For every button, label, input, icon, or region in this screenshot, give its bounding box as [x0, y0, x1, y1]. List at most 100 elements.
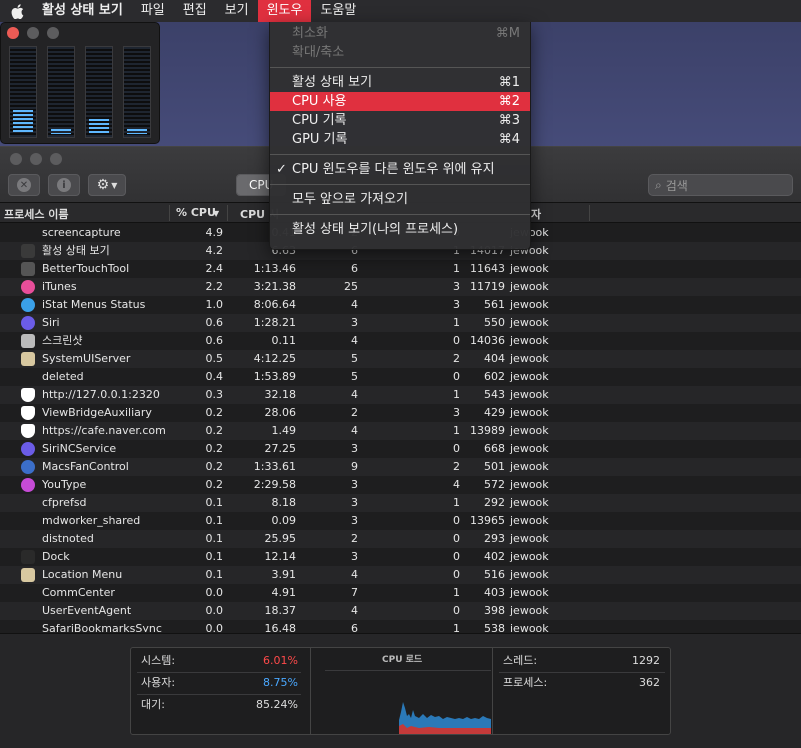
pid: 292 — [484, 496, 505, 509]
system-label: 시스템: — [141, 654, 176, 667]
action-menu-button[interactable]: ⚙ ▼ — [88, 174, 126, 196]
shield-icon — [21, 388, 35, 402]
cpu-time: 1:33.61 — [253, 460, 296, 473]
apple-menu-icon[interactable] — [0, 0, 34, 22]
table-row[interactable]: iStat Menus Status 1.0 8:06.64 4 3 561 jewook — [0, 296, 801, 314]
menu-item-label: 확대/축소 — [292, 45, 345, 60]
table-row[interactable]: SafariBookmarksSync 0.0 16.48 6 1 538 jewook — [0, 620, 801, 632]
close-window-icon[interactable] — [10, 153, 22, 165]
idle-wakeups: 0 — [453, 370, 460, 383]
activity-monitor-icon — [21, 244, 35, 258]
table-row[interactable]: SiriNCService 0.2 27.25 3 0 668 jewook — [0, 440, 801, 458]
table-row[interactable]: YouType 0.2 2:29.58 3 4 572 jewook — [0, 476, 801, 494]
column-cpu[interactable]: % CPU — [176, 206, 216, 219]
minimize-window-icon[interactable] — [30, 153, 42, 165]
cpu-time: 8.18 — [271, 496, 297, 509]
cpu-percent: 0.2 — [205, 424, 224, 437]
user: jewook — [510, 352, 549, 365]
menu-item-activity-monitor[interactable]: 활성 상태 보기 ⌘1 — [270, 73, 530, 92]
table-row[interactable]: UserEventAgent 0.0 18.37 4 0 398 jewook — [0, 602, 801, 620]
menu-item-cpu-usage[interactable]: CPU 사용 ⌘2 — [270, 92, 530, 111]
table-row[interactable]: Dock 0.1 12.14 3 0 402 jewook — [0, 548, 801, 566]
minimize-window-icon[interactable] — [27, 27, 39, 39]
table-row[interactable]: BetterTouchTool 2.4 1:13.46 6 1 11643 jewook — [0, 260, 801, 278]
menu-item-keep-cpu-on-top[interactable]: ✓ CPU 윈도우를 다른 윈도우 위에 유지 — [270, 160, 530, 179]
zoom-window-icon[interactable] — [50, 153, 62, 165]
table-row[interactable]: https://cafe.naver.com 0.2 1.49 4 1 13989 jewo… — [0, 422, 801, 440]
inspect-button[interactable]: i — [48, 174, 80, 196]
app-menu[interactable]: 활성 상태 보기 — [34, 0, 132, 22]
table-row[interactable]: deleted 0.4 1:53.89 5 0 602 jewook — [0, 368, 801, 386]
menu-separator — [270, 154, 530, 155]
user: jewook — [510, 262, 549, 275]
thread-count: 7 — [351, 586, 358, 599]
table-row[interactable]: distnoted 0.1 25.95 2 0 293 jewook — [0, 530, 801, 548]
table-row[interactable]: CommCenter 0.0 4.91 7 1 403 jewook — [0, 584, 801, 602]
menu-item-label: CPU 기록 — [292, 113, 347, 128]
thread-count: 2 — [351, 532, 358, 545]
cpu-time: 1:53.89 — [253, 370, 296, 383]
menu-help[interactable]: 도움말 — [311, 0, 365, 22]
close-window-icon[interactable] — [7, 27, 19, 39]
thread-count: 3 — [351, 478, 358, 491]
pid: 13965 — [470, 514, 505, 527]
idle-wakeups: 3 — [453, 298, 460, 311]
user: jewook — [510, 478, 549, 491]
pid: 13989 — [470, 424, 505, 437]
table-row[interactable]: iTunes 2.2 3:21.38 25 3 11719 jewook — [0, 278, 801, 296]
menu-separator — [270, 214, 530, 215]
thread-count: 4 — [351, 568, 358, 581]
pid: 668 — [484, 442, 505, 455]
thread-count: 4 — [351, 388, 358, 401]
user-value: 8.75% — [263, 676, 298, 689]
user: jewook — [510, 316, 549, 329]
cpu-time: 3:21.38 — [253, 280, 296, 293]
search-input[interactable]: 검색 — [666, 177, 688, 194]
process-name: SafariBookmarksSync — [42, 622, 162, 632]
table-row[interactable]: Siri 0.6 1:28.21 3 1 550 jewook — [0, 314, 801, 332]
cpu-time: 27.25 — [264, 442, 297, 455]
cpu-percent: 0.2 — [205, 406, 224, 419]
system-value: 6.01% — [263, 654, 298, 667]
menu-item-my-processes-window[interactable]: 활성 상태 보기(나의 프로세스) — [270, 220, 530, 239]
idle-wakeups: 0 — [453, 604, 460, 617]
process-name: BetterTouchTool — [42, 262, 130, 275]
cpu-time: 8:06.64 — [253, 298, 296, 311]
menu-edit[interactable]: 편집 — [174, 0, 216, 22]
table-row[interactable]: mdworker_shared 0.1 0.09 3 0 13965 jewook — [0, 512, 801, 530]
menu-item-label: CPU 사용 — [292, 94, 347, 109]
cpu-time: 0.09 — [271, 514, 297, 527]
cpu-percent: 1.0 — [205, 298, 224, 311]
menu-item-bring-all-to-front[interactable]: 모두 앞으로 가져오기 — [270, 190, 530, 209]
column-user[interactable]: 자 — [531, 206, 541, 222]
core-bar-fill — [127, 129, 147, 134]
cpu-time: 32.18 — [264, 388, 297, 401]
thread-count: 5 — [351, 370, 358, 383]
table-row[interactable]: 스크린샷 0.6 0.11 4 0 14036 jewook — [0, 332, 801, 350]
table-row[interactable]: Location Menu 0.1 3.91 4 0 516 jewook — [0, 566, 801, 584]
menu-window[interactable]: 윈도우 — [257, 0, 312, 22]
idle-wakeups: 1 — [453, 586, 460, 599]
pid: 572 — [484, 478, 505, 491]
table-row[interactable]: cfprefsd 0.1 8.18 3 1 292 jewook — [0, 494, 801, 512]
table-row[interactable]: http://127.0.0.1:2320 0.3 32.18 4 1 543 jewook — [0, 386, 801, 404]
menu-file[interactable]: 파일 — [132, 0, 174, 22]
table-row[interactable]: SystemUIServer 0.5 4:12.25 5 2 404 jewook — [0, 350, 801, 368]
shield-icon — [21, 424, 35, 438]
zoom-window-icon[interactable] — [47, 27, 59, 39]
menu-view[interactable]: 보기 — [216, 0, 258, 22]
menu-item-label: 모두 앞으로 가져오기 — [292, 192, 408, 207]
quit-process-button[interactable]: ✕ — [8, 174, 40, 196]
shortcut-label: ⌘M — [495, 26, 520, 41]
table-row[interactable]: ViewBridgeAuxiliary 0.2 28.06 2 3 429 jewook — [0, 404, 801, 422]
table-row[interactable]: MacsFanControl 0.2 1:33.61 9 2 501 jewook — [0, 458, 801, 476]
menu-item-gpu-history[interactable]: GPU 기록 ⌘4 — [270, 130, 530, 149]
cpu-core-bars — [9, 46, 151, 138]
idle-wakeups: 0 — [453, 514, 460, 527]
search-field[interactable]: ⌕ 검색 — [648, 174, 793, 196]
thread-count: 3 — [351, 514, 358, 527]
process-name: UserEventAgent — [42, 604, 132, 617]
column-process-name[interactable]: 프로세스 이름 — [4, 206, 69, 222]
menu-item-cpu-history[interactable]: CPU 기록 ⌘3 — [270, 111, 530, 130]
siri-icon — [21, 442, 35, 456]
